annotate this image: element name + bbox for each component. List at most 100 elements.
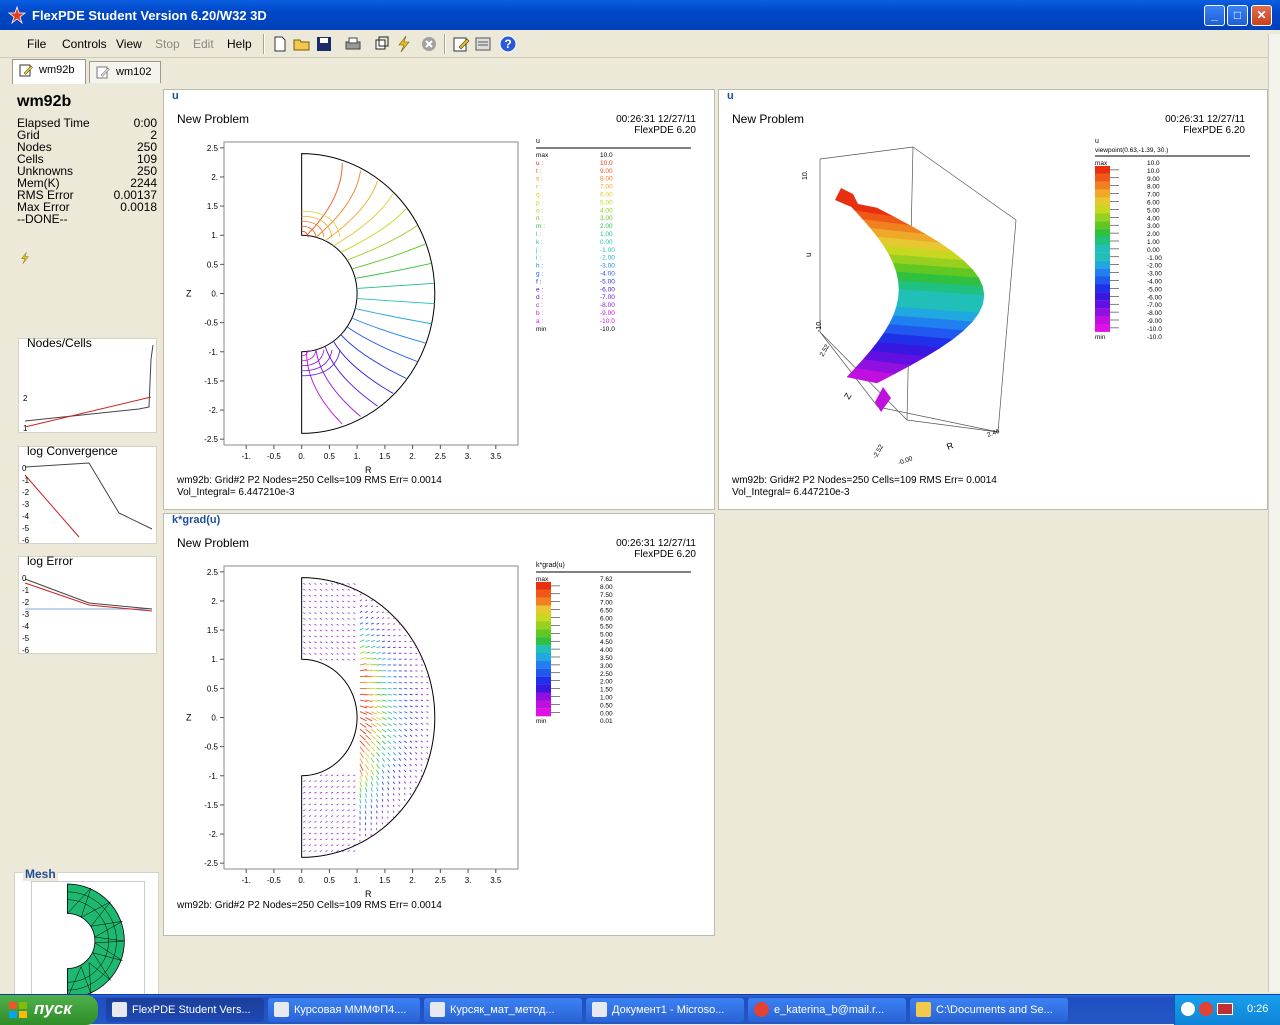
vector-arrow <box>326 775 328 776</box>
legend-swatch <box>1095 174 1110 182</box>
vector-arrow <box>371 664 377 665</box>
clock[interactable]: 0:26 <box>1247 1003 1268 1015</box>
vector-arrow <box>337 659 339 660</box>
vector-arrow <box>320 601 322 602</box>
task-kursovaya[interactable]: Курсовая МММФП4.... <box>268 998 420 1022</box>
legend-title: k*grad(u) <box>536 562 565 569</box>
panel-u-contour[interactable]: u New Problem 00:26:31 12/27/11FlexPDE 6… <box>163 89 715 510</box>
vector-arrow <box>320 642 322 643</box>
vector-arrow <box>309 642 311 643</box>
legend-value: -6.00 <box>1147 294 1162 301</box>
panel-kgrad-vectors[interactable]: k*grad(u) New Problem 00:26:31 12/27/11F… <box>163 513 715 936</box>
vector-arrow <box>371 764 374 769</box>
vector-arrow <box>331 845 333 846</box>
legend-value: -10.0 <box>1147 326 1162 333</box>
menu-stop[interactable]: Stop <box>155 37 180 51</box>
vector-arrow <box>426 758 427 759</box>
tab-wm102[interactable]: wm102 <box>89 61 161 83</box>
vector-arrow <box>326 827 328 828</box>
legend-swatch <box>536 621 551 629</box>
task-document1[interactable]: Документ1 - Microso... <box>586 998 744 1022</box>
menu-help[interactable]: Help <box>227 37 252 51</box>
panel-u-surface[interactable]: u New Problem 00:26:31 12/27/11FlexPDE 6… <box>718 89 1268 510</box>
vector-arrow <box>365 799 366 803</box>
tick-label: -2 <box>22 488 30 497</box>
legend-label: n : <box>536 215 543 222</box>
vector-arrow <box>360 770 363 776</box>
vector-arrow <box>421 729 423 730</box>
minimize-button[interactable]: _ <box>1204 5 1225 26</box>
open-folder-icon[interactable] <box>292 34 312 54</box>
edit-icon[interactable] <box>451 34 471 54</box>
legend-swatch <box>1095 253 1110 261</box>
maximize-button[interactable]: □ <box>1227 5 1248 26</box>
y-tick-label: 0. <box>211 714 218 723</box>
task-mail[interactable]: e_katerina_b@mail.r... <box>748 998 906 1022</box>
print-icon[interactable] <box>343 34 363 54</box>
vector-arrow <box>331 798 333 799</box>
vector-arrow <box>337 642 339 643</box>
vector-arrow <box>382 747 385 750</box>
vector-arrow <box>388 805 389 807</box>
task-label: Курсяк_мат_метод... <box>450 1004 555 1016</box>
preview-icon[interactable] <box>473 34 493 54</box>
legend-value: 5.50 <box>600 623 613 630</box>
y-tick-label: -0.5 <box>204 743 218 752</box>
vector-arrow <box>393 618 395 619</box>
tab-wm92b[interactable]: wm92b <box>12 59 86 84</box>
vector-arrow <box>399 747 401 749</box>
legend-swatch <box>1095 324 1110 332</box>
task-flexpde[interactable]: FlexPDE Student Vers... <box>106 998 264 1022</box>
windows-icon[interactable] <box>372 34 392 54</box>
task-kursyak[interactable]: Курсяк_мат_метод... <box>424 998 582 1022</box>
menu-controls[interactable]: Controls <box>62 37 107 51</box>
vector-arrow <box>309 821 311 822</box>
legend-value: 3.00 <box>600 215 613 222</box>
vector-arrow <box>326 642 328 643</box>
vector-arrow <box>348 589 350 590</box>
legend-value: 2.00 <box>600 223 613 230</box>
run-lightning-icon[interactable] <box>394 34 414 54</box>
legend-label: r : <box>536 184 542 191</box>
legend-label: i : <box>536 255 541 262</box>
vector-arrow <box>393 630 395 631</box>
vector-arrow <box>309 845 311 846</box>
vector-arrow <box>309 798 311 799</box>
y-tick-label: 2.5 <box>207 568 219 577</box>
menu-file[interactable]: File <box>27 37 46 51</box>
tray-arrow-icon[interactable] <box>1181 1002 1195 1016</box>
help-icon[interactable]: ? <box>498 34 518 54</box>
new-file-icon[interactable] <box>270 34 290 54</box>
legend-value: 4.00 <box>600 647 613 654</box>
vector-arrow <box>331 816 333 817</box>
x-tick-label: 1.5 <box>379 452 391 461</box>
legend-label: min <box>1095 334 1106 341</box>
vector-arrow <box>337 589 339 590</box>
legend-value: -2.00 <box>600 255 615 262</box>
vector-arrow <box>337 804 339 805</box>
vector-arrow <box>309 595 311 596</box>
vector-arrow <box>326 583 328 584</box>
vector-arrow <box>348 659 350 660</box>
menu-view[interactable]: View <box>116 37 142 51</box>
start-button[interactable]: пуск <box>0 995 98 1025</box>
stop-icon[interactable] <box>419 34 439 54</box>
vector-arrow <box>353 781 355 782</box>
chrome-tray-icon[interactable] <box>1199 1002 1213 1016</box>
legend-swatch <box>536 606 551 614</box>
vector-arrow <box>326 839 328 840</box>
vector-arrow <box>365 723 371 727</box>
save-icon[interactable] <box>314 34 334 54</box>
contour-line <box>347 225 417 260</box>
vertical-scrollbar[interactable] <box>1268 34 1280 992</box>
vector-arrow <box>353 798 355 799</box>
vector-arrow <box>320 613 322 614</box>
vector-arrow <box>309 786 311 787</box>
task-explorer[interactable]: C:\Documents and Se... <box>910 998 1068 1022</box>
language-flag-icon[interactable] <box>1217 1003 1233 1015</box>
menu-edit[interactable]: Edit <box>193 37 214 51</box>
word-doc-icon <box>592 1002 607 1017</box>
close-button[interactable]: ✕ <box>1251 5 1272 26</box>
vector-arrow <box>365 646 370 648</box>
vector-arrow <box>371 747 375 751</box>
